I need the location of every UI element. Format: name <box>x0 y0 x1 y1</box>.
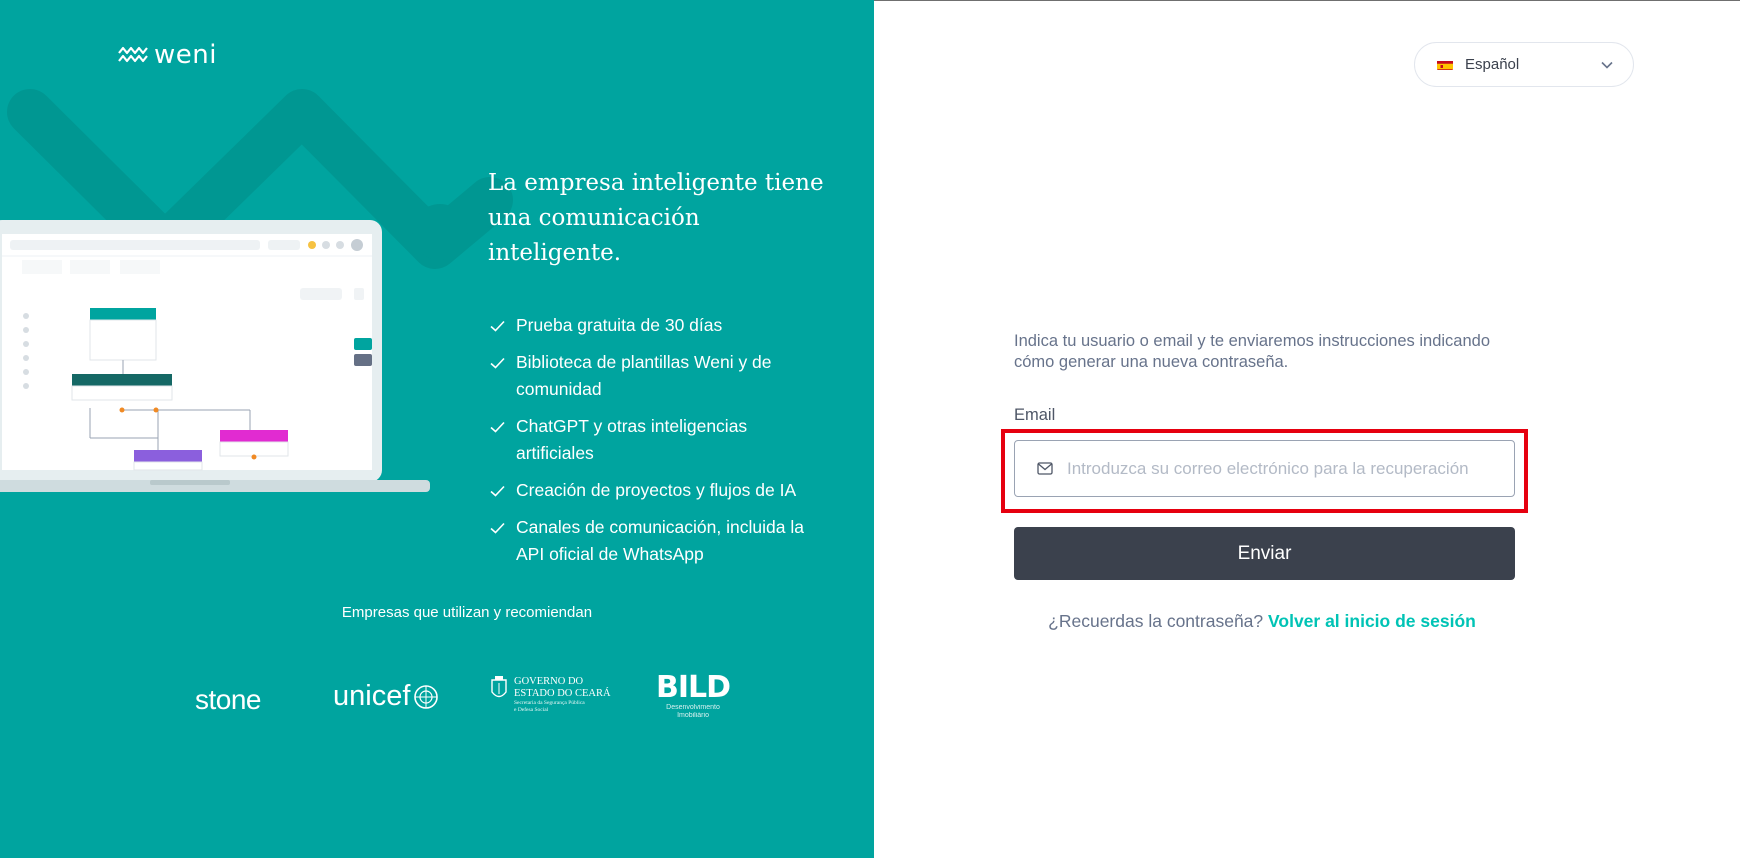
check-icon <box>490 477 508 504</box>
stone-wordmark: stone <box>195 684 262 715</box>
password-recovery-panel: Español Indica tu usuario o email y te e… <box>874 0 1740 858</box>
mail-icon <box>1037 461 1055 476</box>
feature-item: ChatGPT y otras inteligencias artificial… <box>490 413 810 467</box>
ceara-line-1: GOVERNO DO <box>514 676 584 687</box>
marketing-panel: weni La empresa inteligente tiene una co… <box>0 0 874 858</box>
stone-logo: stone <box>195 684 262 716</box>
governo-ceara-logo: GOVERNO DO ESTADO DO CEARÁ Secretaria da… <box>490 676 611 713</box>
back-to-login-link[interactable]: Volver al inicio de sesión <box>1268 611 1476 631</box>
unicef-wordmark: unicef <box>333 680 411 712</box>
ceara-line-2: ESTADO DO CEARÁ <box>514 688 611 699</box>
ceara-coat-of-arms-icon <box>491 676 507 698</box>
language-selected: Español <box>1465 56 1520 73</box>
bild-sub-2: Imobiliário <box>677 712 709 719</box>
bild-sub-1: Desenvolvimento <box>666 704 720 711</box>
check-icon <box>490 514 508 541</box>
feature-text: Canales de comunicación, incluida la API… <box>516 517 804 564</box>
feature-text: Biblioteca de plantillas Weni y de comun… <box>516 352 772 399</box>
feature-item: Biblioteca de plantillas Weni y de comun… <box>490 349 810 403</box>
unicef-emblem-icon <box>414 684 439 709</box>
weni-logo: weni <box>118 42 217 68</box>
feature-item: Creación de proyectos y flujos de IA <box>490 477 810 504</box>
check-icon <box>490 349 508 376</box>
feature-item: Canales de comunicación, incluida la API… <box>490 514 810 568</box>
laptop-flow-editor-illustration <box>0 220 430 492</box>
check-icon <box>490 413 508 440</box>
feature-text: ChatGPT y otras inteligencias artificial… <box>516 416 748 463</box>
email-label: Email <box>1014 406 1056 424</box>
bild-wordmark: BILD <box>656 670 731 705</box>
headline: La empresa inteligente tiene una comunic… <box>488 170 824 266</box>
check-icon <box>490 312 508 339</box>
send-button[interactable]: Enviar <box>1014 527 1515 580</box>
features-list: Prueba gratuita de 30 días Biblioteca de… <box>490 312 810 578</box>
ceara-sub-2: e Defesa Social <box>514 706 549 713</box>
feature-text: Creación de proyectos y flujos de IA <box>516 480 797 500</box>
bild-logo: BILD Desenvolvimento Imobiliário <box>656 670 731 720</box>
back-prompt: ¿Recuerdas la contraseña? <box>1048 611 1264 631</box>
companies-title: Empresas que utilizan y recomiendan <box>341 604 593 621</box>
email-input[interactable] <box>1067 458 1500 479</box>
weni-wordmark: weni <box>154 40 217 70</box>
feature-item: Prueba gratuita de 30 días <box>490 312 810 339</box>
chevron-down-icon <box>1601 61 1613 69</box>
email-field-wrapper[interactable] <box>1014 440 1515 497</box>
unicef-logo: unicef <box>333 680 439 713</box>
language-selector[interactable]: Español <box>1414 42 1634 87</box>
weni-logo-icon <box>118 46 148 63</box>
instructions-text: Indica tu usuario o email y te enviaremo… <box>1014 332 1491 371</box>
back-to-login: ¿Recuerdas la contraseña? Volver al inic… <box>874 611 1650 632</box>
spain-flag-icon <box>1437 59 1453 70</box>
feature-text: Prueba gratuita de 30 días <box>516 315 723 335</box>
